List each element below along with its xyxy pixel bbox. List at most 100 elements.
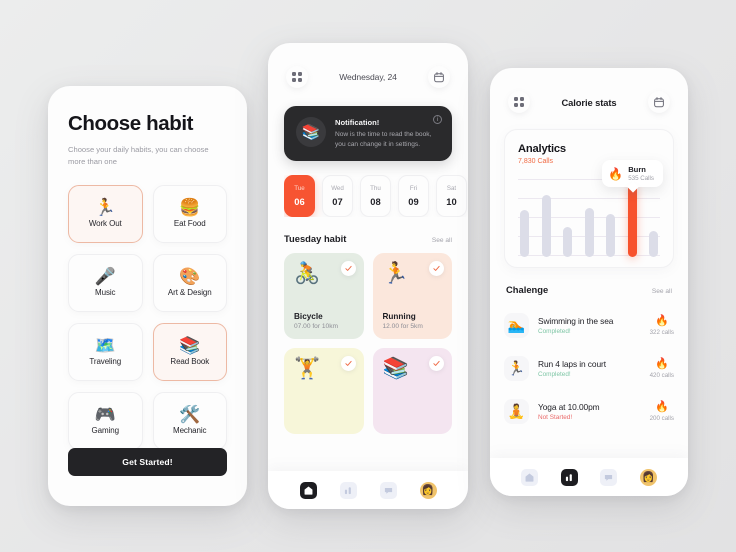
habit-card[interactable]: 🗺️ Traveling: [68, 322, 143, 381]
date-cell[interactable]: Fri 09: [398, 174, 429, 217]
challenge-calories: 200 calls: [649, 414, 674, 422]
habit-emoji: 🎨: [179, 267, 201, 287]
challenge-emoji: 🏊: [504, 313, 529, 338]
bottom-nav: 👩: [490, 458, 688, 496]
nav-chart-icon[interactable]: [339, 481, 357, 499]
calendar-icon[interactable]: [428, 66, 450, 88]
check-icon[interactable]: [340, 355, 356, 371]
challenge-name: Run 4 laps in court: [538, 359, 606, 369]
habit-card[interactable]: 🎮 Gaming: [68, 391, 143, 450]
see-all-link[interactable]: See all: [652, 288, 672, 295]
calendar-icon-glyph: [654, 96, 664, 107]
calorie-stats-screen: Calorie stats Analytics 7,830 Calls 🔥 Bu…: [490, 68, 688, 496]
habit-label: Gaming: [91, 426, 120, 436]
challenge-row[interactable]: 🏃 Run 4 laps in court Completed! 🔥 420 calls: [504, 347, 674, 390]
habit-emoji: 🛠️: [179, 405, 201, 425]
notification-title: Notification!: [335, 118, 380, 127]
habit-label: Music: [95, 288, 116, 298]
challenge-status: Completed!: [538, 328, 571, 335]
section-title: Tuesday habit: [284, 232, 347, 244]
habit-activity-name: Running: [382, 311, 416, 321]
analytics-card: Analytics 7,830 Calls 🔥 Burn 535 Calls: [504, 129, 674, 268]
habit-label: Eat Food: [173, 219, 206, 229]
grid-icon-glyph: [514, 97, 524, 107]
habit-grid: 🏃 Work Out 🍔 Eat Food 🎤 Music 🎨 Art & Design 🗺️ T…: [68, 184, 227, 450]
info-icon[interactable]: i: [433, 115, 442, 124]
challenge-text: Swimming in the sea Completed!: [538, 316, 641, 335]
page-subtitle: Choose your daily habits, you can choose…: [68, 145, 209, 166]
nav-home-icon[interactable]: [299, 481, 317, 499]
habit-activity-card[interactable]: 📚: [372, 347, 452, 434]
date-number: 07: [332, 195, 343, 207]
habit-card[interactable]: 🍔 Eat Food: [152, 184, 227, 243]
habit-activity-card[interactable]: 🚴 Bicycle 07.00 for 10km: [284, 252, 364, 339]
challenge-row[interactable]: 🏊 Swimming in the sea Completed! 🔥 322 calls: [504, 304, 674, 347]
choose-habit-screen: Choose habit Choose your daily habits, y…: [48, 86, 247, 506]
chart-bar: [584, 207, 594, 257]
nav-home-icon[interactable]: [521, 468, 539, 486]
nav-message-icon[interactable]: [600, 468, 618, 486]
flame-icon: 🔥: [654, 357, 669, 370]
date-number: 06: [294, 195, 305, 207]
habit-card[interactable]: 🎤 Music: [68, 253, 143, 312]
avatar[interactable]: 👩: [419, 481, 437, 499]
notification-emoji: 📚: [296, 117, 326, 147]
habit-label: Traveling: [89, 357, 122, 367]
chart-bar: [541, 194, 551, 257]
burn-label: Burn: [628, 165, 646, 174]
date-cell[interactable]: Thu 08: [360, 174, 391, 217]
habit-emoji: 🏃: [94, 198, 116, 218]
challenge-status: Completed!: [538, 371, 571, 378]
topbar: Wednesday, 24: [268, 66, 468, 88]
check-icon[interactable]: [340, 260, 356, 276]
nav-chart-icon[interactable]: [560, 468, 578, 486]
date-cell[interactable]: Tue 06: [284, 174, 315, 217]
challenge-status: Not Started!: [538, 414, 573, 421]
challenge-text: Run 4 laps in court Completed!: [538, 359, 641, 378]
date-strip[interactable]: Tue 06 Wed 07 Thu 08 Fri 09 Sat 10: [284, 174, 468, 217]
chart-bar: [606, 214, 615, 257]
grid-icon[interactable]: [508, 91, 530, 113]
habit-activity-card[interactable]: 🏋️: [284, 347, 364, 434]
check-icon[interactable]: [429, 355, 444, 371]
habit-card[interactable]: 🛠️ Mechanic: [152, 391, 227, 450]
burn-tooltip: 🔥 Burn 535 Calls: [602, 160, 663, 187]
calendar-icon-glyph: [434, 71, 444, 82]
chart-bar: [627, 182, 637, 257]
grid-icon[interactable]: [286, 66, 308, 88]
calorie-bar-chart: [518, 179, 660, 257]
section-title: Chalenge: [506, 284, 549, 295]
check-icon[interactable]: [429, 260, 444, 276]
page-title: Choose habit: [68, 112, 194, 135]
see-all-link[interactable]: See all: [432, 237, 452, 244]
flame-icon: 🔥: [654, 314, 669, 327]
habit-card[interactable]: 🏃 Work Out: [68, 184, 143, 243]
habit-activity-meta: 12.00 for 5km: [382, 322, 423, 330]
topbar-title: Calorie stats: [561, 96, 617, 108]
challenge-calories-group: 🔥 200 calls: [649, 401, 674, 422]
habit-card-list: 🚴 Bicycle 07.00 for 10km 🏃 Running 12.00 for …: [284, 252, 452, 434]
habit-emoji: 🗺️: [94, 336, 116, 356]
nav-message-icon[interactable]: [379, 481, 397, 499]
topbar-title: Wednesday, 24: [339, 72, 397, 82]
phone-screen-calorie-stats: Calorie stats Analytics 7,830 Calls 🔥 Bu…: [490, 68, 688, 496]
get-started-button[interactable]: Get Started!: [68, 448, 227, 476]
challenge-row[interactable]: 🧘 Yoga at 10.00pm Not Started! 🔥 200 calls: [504, 390, 674, 433]
date-day-of-week: Tue: [294, 184, 305, 192]
date-day-of-week: Fri: [409, 184, 418, 192]
habit-card[interactable]: 🎨 Art & Design: [152, 253, 227, 312]
burn-tooltip-text: Burn 535 Calls: [628, 165, 654, 182]
date-cell[interactable]: Wed 07: [322, 174, 353, 217]
habit-emoji: 🎤: [94, 267, 116, 287]
challenge-text: Yoga at 10.00pm Not Started!: [538, 402, 641, 421]
habit-activity-card[interactable]: 🏃 Running 12.00 for 5km: [372, 252, 452, 339]
habit-activity-text: Bicycle 07.00 for 10km: [294, 312, 354, 330]
date-cell[interactable]: Sat 10: [436, 174, 467, 217]
calendar-icon[interactable]: [647, 91, 670, 113]
habit-activity-meta: 07.00 for 10km: [294, 322, 338, 330]
notification-card[interactable]: 📚 Notification! Now is the time to read …: [284, 106, 452, 161]
avatar[interactable]: 👩: [639, 468, 657, 486]
habit-card[interactable]: 📚 Read Book: [152, 322, 227, 381]
topbar: Calorie stats: [490, 91, 688, 113]
phone-screen-daily-habit: Wednesday, 24 📚 Notification! Now is the…: [268, 43, 468, 509]
